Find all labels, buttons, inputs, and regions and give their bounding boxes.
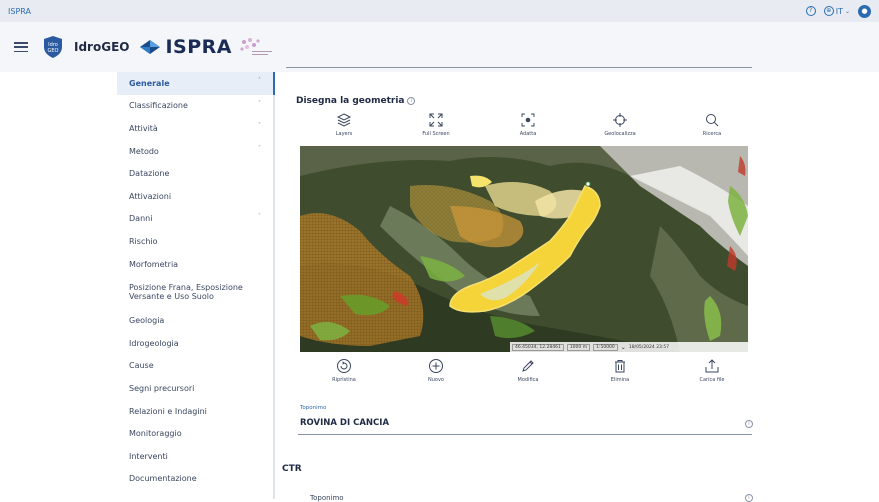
toponimo-field[interactable]: ROVINA DI CANCIA	[300, 418, 389, 428]
ispra-logo-icon	[140, 40, 161, 54]
app-header: Idro GEO IdroGEO ISPRA	[0, 22, 879, 72]
trash-icon	[615, 360, 625, 373]
sidebar-item-morfometria[interactable]: Morfometria	[117, 253, 273, 276]
sidebar-item-attivita[interactable]: Attività ˅	[117, 117, 273, 140]
chevron-down-icon: ⌄	[844, 7, 850, 15]
sidebar-item-segni-precursori[interactable]: Segni precursori	[117, 377, 273, 400]
svg-text:GEO: GEO	[48, 48, 59, 54]
language-selector[interactable]: ⊕ IT ⌄	[823, 6, 850, 16]
map-canvas[interactable]: 46.45034, 12.28461 1000 m 1:50000 ⌄ 18/0…	[300, 146, 748, 352]
sidebar-item-attivazioni[interactable]: Attivazioni	[117, 185, 273, 208]
info-icon[interactable]: i	[407, 96, 416, 105]
pencil-icon	[522, 360, 534, 372]
sidebar-item-monitoraggio[interactable]: Monitoraggio	[117, 422, 273, 445]
delete-button[interactable]: Elimina	[574, 358, 666, 383]
sidebar-item-documentazione[interactable]: Documentazione	[117, 468, 273, 491]
search-button[interactable]: Ricerca	[666, 112, 758, 137]
sidebar-item-relazioni-indagini[interactable]: Relazioni e Indagini	[117, 400, 273, 423]
user-avatar-icon[interactable]: ●	[858, 4, 871, 18]
new-button[interactable]: Nuovo	[390, 358, 482, 383]
sidebar-item-posizione-frana[interactable]: Posizione Frana, Esposizione Versante e …	[117, 275, 273, 309]
ctr-toponimo-label: Toponimo	[310, 494, 344, 502]
info-icon[interactable]: i	[745, 420, 753, 428]
sidebar-item-cause[interactable]: Cause	[117, 355, 273, 378]
scale-bar-label: 1000 m	[566, 343, 591, 351]
ctr-section-title: CTR	[282, 464, 302, 474]
globe-icon: ⊕	[823, 6, 834, 16]
crosshair-icon	[613, 113, 627, 127]
map-toolbar-bottom: Ripristina Nuovo Modifica Elimina Carica…	[298, 358, 758, 383]
scale-ratio-select[interactable]: 1:50000	[593, 343, 618, 351]
snpa-network-logo	[240, 38, 272, 55]
layers-icon	[336, 113, 352, 127]
idrogeo-shield-logo: Idro GEO	[44, 36, 62, 58]
language-label: IT	[835, 6, 843, 16]
fullscreen-icon	[429, 113, 443, 127]
sidebar-item-geologia[interactable]: Geologia	[117, 309, 273, 332]
system-topbar: ISPRA ? ⊕ IT ⌄ ●	[0, 0, 879, 22]
ispra-wordmark: ISPRA	[165, 36, 232, 58]
sidebar-item-datazione[interactable]: Datazione	[117, 162, 273, 185]
caret-icon: ˅	[258, 144, 261, 152]
upload-file-button[interactable]: Carica file	[666, 358, 758, 383]
map-toolbar-top: Layers Full Screen Adatta Geolocalizza R…	[298, 112, 758, 137]
sidebar-item-rischio[interactable]: Rischio	[117, 230, 273, 253]
info-icon[interactable]: i	[745, 494, 753, 502]
map-status-bar: 46.45034, 12.28461 1000 m 1:50000 ⌄ 18/0…	[510, 342, 748, 352]
caret-icon: ˅	[258, 122, 261, 130]
search-icon	[706, 114, 719, 127]
layers-button[interactable]: Layers	[298, 112, 390, 137]
sidebar-item-metodo[interactable]: Metodo ˅	[117, 140, 273, 163]
caret-icon: ˅	[258, 212, 261, 220]
sidebar-item-idrogeologia[interactable]: Idrogeologia	[117, 332, 273, 355]
sidebar-item-danni[interactable]: Danni ˅	[117, 208, 273, 231]
hamburger-menu-icon[interactable]	[14, 42, 28, 52]
coordinates-readout: 46.45034, 12.28461	[512, 343, 564, 351]
divider	[286, 67, 752, 68]
fullscreen-button[interactable]: Full Screen	[390, 112, 482, 137]
section-sidebar: Generale ˄ Classificazione ˅ Attività ˅ Met…	[117, 72, 275, 499]
satellite-map-image	[300, 146, 748, 352]
topbar-brand[interactable]: ISPRA	[8, 7, 31, 16]
caret-icon: ˅	[258, 99, 261, 107]
fit-icon	[521, 113, 535, 127]
map-datetime: 18/05/2024 23:57	[628, 344, 670, 350]
app-name[interactable]: IdroGEO	[74, 40, 129, 54]
chevron-down-icon: ⌄	[620, 343, 626, 351]
field-underline	[298, 434, 752, 435]
sidebar-item-generale[interactable]: Generale ˄	[117, 72, 275, 95]
help-circle-icon[interactable]: ?	[805, 6, 816, 16]
restore-icon	[337, 359, 351, 373]
toponimo-label: Toponimo	[300, 405, 327, 411]
edit-button[interactable]: Modifica	[482, 358, 574, 383]
plus-circle-icon	[429, 359, 443, 373]
fit-button[interactable]: Adatta	[482, 112, 574, 137]
geolocate-button[interactable]: Geolocalizza	[574, 112, 666, 137]
topbar-actions: ? ⊕ IT ⌄ ●	[805, 4, 871, 18]
upload-icon	[705, 359, 719, 373]
restore-button[interactable]: Ripristina	[298, 358, 390, 383]
caret-icon: ˄	[258, 77, 261, 84]
section-title: Disegna la geometria i	[296, 96, 416, 106]
sidebar-item-classificazione[interactable]: Classificazione ˅	[117, 95, 273, 118]
sidebar-item-interventi[interactable]: Interventi	[117, 445, 273, 468]
